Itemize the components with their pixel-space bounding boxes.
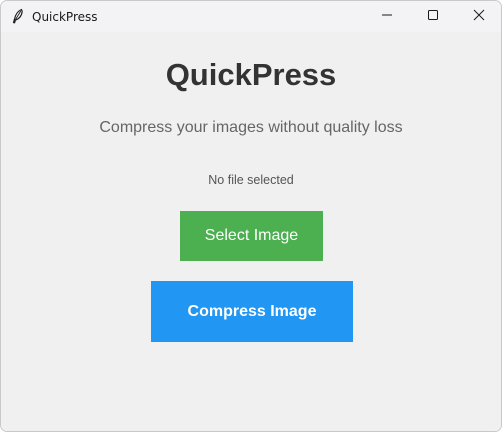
app-subtitle: Compress your images without quality los… xyxy=(99,119,403,136)
maximize-icon xyxy=(427,8,439,26)
app-window: QuickPress QuickPress Compress your imag… xyxy=(0,0,502,432)
title-bar[interactable]: QuickPress xyxy=(1,1,501,32)
minimize-button[interactable] xyxy=(364,1,410,32)
close-icon xyxy=(473,8,485,26)
maximize-button[interactable] xyxy=(410,1,456,32)
compress-image-button[interactable]: Compress Image xyxy=(151,281,353,342)
window-title: QuickPress xyxy=(32,10,98,24)
main-content: QuickPress Compress your images without … xyxy=(1,32,501,431)
feather-icon xyxy=(10,8,26,24)
select-image-button[interactable]: Select Image xyxy=(180,211,323,261)
app-heading: QuickPress xyxy=(165,57,337,92)
close-button[interactable] xyxy=(456,1,501,32)
minimize-icon xyxy=(381,8,393,26)
file-status-label: No file selected xyxy=(208,173,294,187)
